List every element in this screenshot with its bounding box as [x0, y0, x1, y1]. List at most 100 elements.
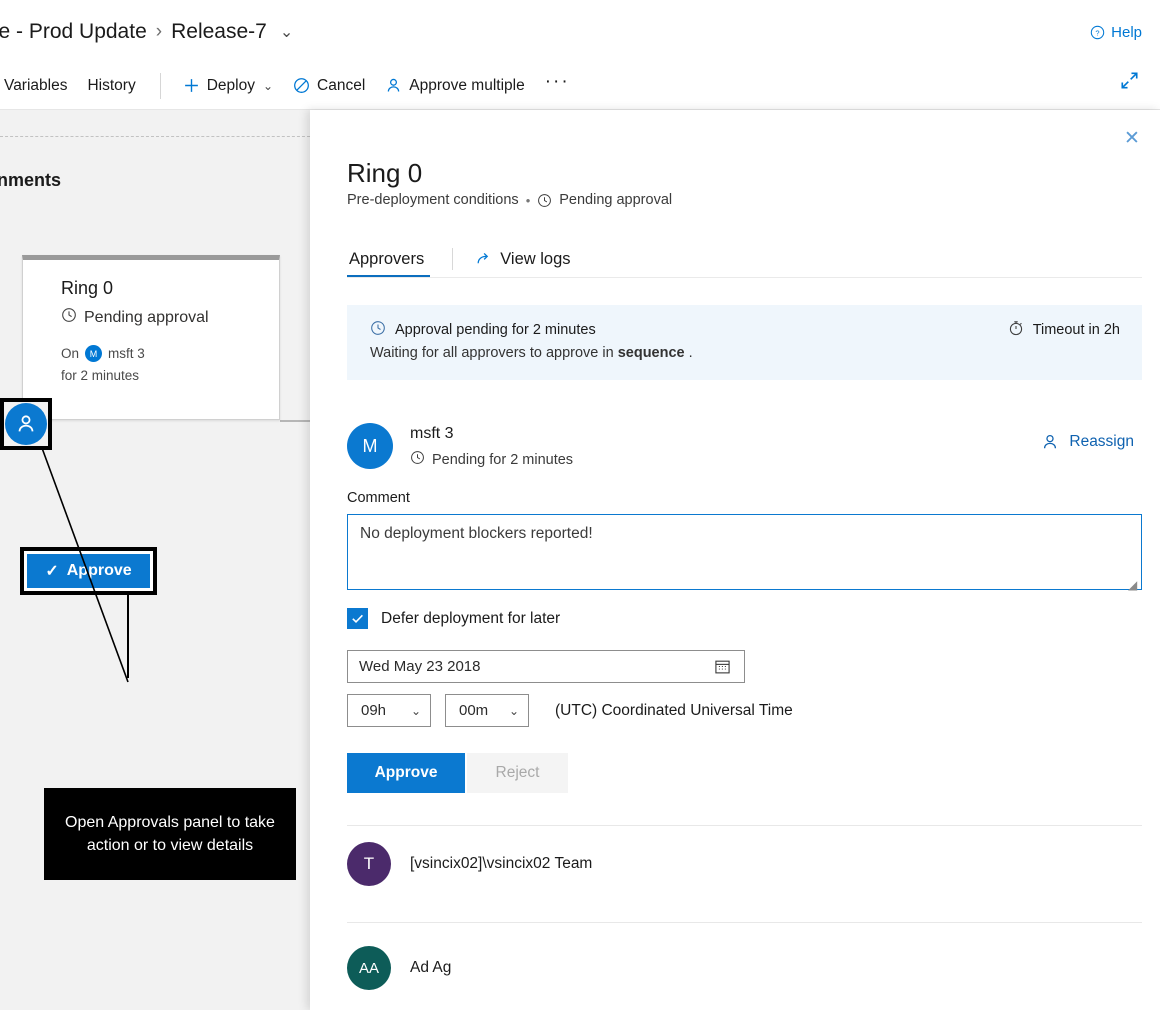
close-icon[interactable]: ✕ — [1116, 122, 1148, 154]
command-approve-multiple[interactable]: Approve multiple — [375, 71, 534, 101]
approver-name: Ad Ag — [410, 959, 451, 977]
page-title: Ring 0 — [347, 158, 422, 189]
breadcrumb: se - Prod Update › Release-7 ⌄ — [0, 20, 293, 44]
breadcrumb-bar: se - Prod Update › Release-7 ⌄ ? Help — [0, 0, 1160, 62]
command-variables-label: Variables — [4, 77, 67, 95]
comment-label: Comment — [347, 490, 410, 506]
approval-action-row: Approve Reject — [347, 753, 568, 793]
avatar: T — [347, 842, 391, 886]
approvers-divider — [347, 922, 1142, 923]
stage-card-title: Ring 0 — [61, 278, 113, 299]
command-approve-multiple-label: Approve multiple — [409, 77, 524, 95]
defer-deployment-checkbox[interactable] — [347, 608, 368, 629]
banner-waiting-text: Waiting for all approvers to approve in … — [370, 345, 693, 361]
svg-text:?: ? — [1096, 29, 1100, 38]
command-history[interactable]: History — [77, 71, 145, 101]
list-item[interactable]: AA Ad Ag — [347, 946, 1142, 992]
approval-person-badge[interactable] — [5, 403, 47, 445]
approvers-divider — [347, 825, 1142, 826]
avatar: M — [85, 345, 102, 362]
stage-card-status-label: Pending approval — [84, 309, 209, 327]
command-deploy-label: Deploy — [207, 77, 255, 95]
breadcrumb-parent[interactable]: se - Prod Update — [0, 20, 147, 44]
external-link-icon — [475, 251, 492, 268]
breadcrumb-separator-icon: › — [156, 21, 162, 43]
stage-card-on-prefix: On — [61, 346, 79, 361]
approver-name: msft 3 — [410, 425, 454, 443]
clock-icon — [370, 320, 386, 340]
tab-view-logs[interactable]: View logs — [475, 250, 570, 278]
tab-view-logs-label: View logs — [500, 250, 570, 269]
defer-deployment-checkbox-row[interactable]: Defer deployment for later — [347, 608, 560, 629]
approver-row: M msft 3 Pending for 2 minutes Reassign — [347, 423, 1142, 475]
banner-pending-text: Approval pending for 2 minutes — [395, 322, 596, 338]
canvas-approve-label: Approve — [67, 562, 132, 580]
reject-button[interactable]: Reject — [467, 753, 568, 793]
banner-waiting-suffix: . — [685, 345, 693, 361]
annotation-callout: Open Approvals panel to take action or t… — [44, 788, 296, 880]
banner-waiting-bold: sequence — [618, 345, 685, 361]
approve-chip-highlight: ✓ Approve — [20, 547, 157, 595]
avatar: M — [347, 423, 393, 469]
command-overflow-button[interactable]: ··· — [535, 69, 580, 103]
plus-icon — [183, 77, 200, 94]
defer-deployment-label: Defer deployment for later — [381, 610, 560, 628]
chevron-down-icon: ⌄ — [263, 79, 273, 93]
command-cancel[interactable]: Cancel — [283, 71, 375, 101]
banner-pending-row: Approval pending for 2 minutes — [370, 320, 596, 340]
stage-card-status: Pending approval — [61, 307, 209, 328]
list-item[interactable]: T [vsincix02]\vsincix02 Team — [347, 842, 1142, 888]
defer-time-row: 09h ⌄ 00m ⌄ (UTC) Coordinated Universal … — [347, 694, 793, 727]
stage-card-ring0[interactable]: Ring 0 Pending approval On M msft 3 for … — [22, 255, 280, 420]
banner-timeout-text: Timeout in 2h — [1033, 322, 1120, 338]
defer-hour-select[interactable]: 09h ⌄ — [347, 694, 431, 727]
check-icon: ✓ — [45, 561, 58, 581]
approver-status: Pending for 2 minutes — [410, 450, 573, 469]
reassign-button[interactable]: Reassign — [1041, 433, 1134, 451]
command-variables[interactable]: Variables — [0, 71, 77, 101]
stage-connector-line — [280, 420, 310, 422]
breadcrumb-current[interactable]: Release-7 — [171, 20, 267, 44]
tab-approvers-label: Approvers — [349, 250, 424, 268]
help-circle-icon: ? — [1090, 25, 1105, 40]
panel-tabs: Approvers View logs — [347, 242, 1142, 278]
banner-waiting-prefix: Waiting for all approvers to approve in — [370, 345, 618, 361]
approver-status-label: Pending for 2 minutes — [432, 452, 573, 468]
expand-diagonal-icon[interactable] — [1119, 70, 1140, 96]
panel-subtitle-prefix: Pre-deployment conditions — [347, 192, 519, 208]
cancel-circle-icon — [293, 77, 310, 94]
approver-name: [vsincix02]\vsincix02 Team — [410, 855, 592, 873]
defer-minute-select[interactable]: 00m ⌄ — [445, 694, 529, 727]
approval-status-banner: Approval pending for 2 minutes Waiting f… — [347, 305, 1142, 380]
person-icon — [15, 413, 37, 435]
person-icon — [1041, 433, 1059, 451]
avatar: AA — [347, 946, 391, 990]
clock-icon — [537, 193, 552, 208]
command-cancel-label: Cancel — [317, 77, 365, 95]
stage-card-owner: On M msft 3 — [61, 345, 145, 362]
command-divider — [160, 73, 161, 99]
environments-heading: onments — [0, 170, 61, 191]
defer-hour-value: 09h — [361, 702, 386, 719]
approve-button[interactable]: Approve — [347, 753, 465, 793]
person-icon — [385, 77, 402, 94]
comment-input[interactable] — [347, 514, 1142, 590]
approval-badge-highlight — [0, 398, 52, 450]
defer-date-input[interactable] — [348, 658, 714, 675]
panel-subtitle: Pre-deployment conditions • Pending appr… — [347, 192, 672, 208]
app-root: se - Prod Update › Release-7 ⌄ ? Help Va… — [0, 0, 1160, 1010]
canvas-dashed-divider — [0, 136, 310, 137]
timer-icon — [1008, 320, 1024, 340]
help-link[interactable]: ? Help — [1090, 24, 1142, 41]
reassign-label: Reassign — [1069, 433, 1134, 451]
canvas-approve-button[interactable]: ✓ Approve — [27, 554, 150, 588]
calendar-icon[interactable] — [714, 658, 744, 675]
tab-approvers[interactable]: Approvers — [347, 250, 430, 278]
approvals-flyout-panel: ✕ Ring 0 Pre-deployment conditions • Pen… — [310, 110, 1160, 1010]
defer-date-field[interactable] — [347, 650, 745, 683]
clock-icon — [410, 450, 425, 469]
command-deploy[interactable]: Deploy ⌄ — [173, 71, 283, 101]
stage-card-duration: for 2 minutes — [61, 368, 139, 383]
chevron-down-icon: ⌄ — [411, 704, 421, 718]
chevron-down-icon[interactable]: ⌄ — [280, 22, 293, 42]
